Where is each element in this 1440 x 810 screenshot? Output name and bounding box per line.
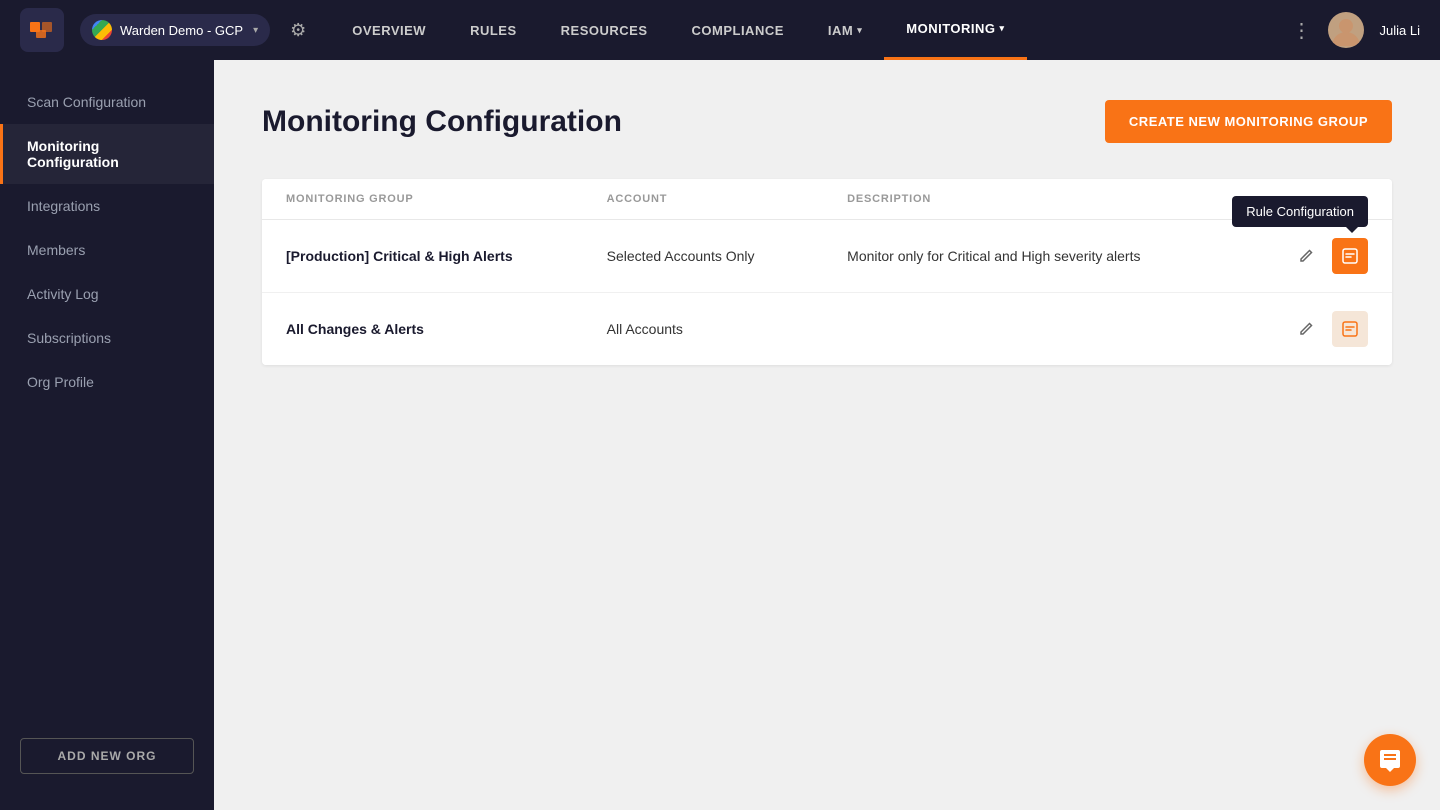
org-selector[interactable]: Warden Demo - GCP ▾ [80,14,270,46]
page-title: Monitoring Configuration [262,105,622,139]
nav-monitoring[interactable]: MONITORING ▾ [884,0,1026,60]
table-row: All Changes & Alerts All Accounts [262,293,1392,365]
monitoring-group-name-1: [Production] Critical & High Alerts [286,248,607,264]
edit-icon-2 [1298,321,1314,337]
rule-config-icon-1 [1341,247,1359,265]
monitoring-groups-table: MONITORING GROUP ACCOUNT DESCRIPTION [Pr… [262,179,1392,365]
col-header-monitoring-group: MONITORING GROUP [286,193,607,205]
gcp-icon [92,20,112,40]
edit-button-1[interactable] [1288,238,1324,274]
col-header-description: DESCRIPTION [847,193,1248,205]
account-2: All Accounts [607,321,848,337]
rule-config-icon-2 [1341,320,1359,338]
org-chevron-icon: ▾ [253,25,258,36]
monitoring-group-name-2: All Changes & Alerts [286,321,607,337]
col-header-account: ACCOUNT [607,193,848,205]
nav-compliance[interactable]: COMPLIANCE [670,0,806,60]
topnav-right: ⋮ Julia Li [1292,12,1420,48]
top-navigation: Warden Demo - GCP ▾ ⚙ OVERVIEW RULES RES… [0,0,1440,60]
sidebar-item-scan-configuration[interactable]: Scan Configuration [0,80,214,124]
chat-icon [1378,748,1402,772]
col-header-actions [1248,193,1368,205]
monitoring-chevron-icon: ▾ [1000,23,1005,34]
main-layout: Scan Configuration MonitoringConfigurati… [0,60,1440,810]
settings-icon[interactable]: ⚙ [290,20,306,41]
page-header: Monitoring Configuration CREATE NEW MONI… [262,100,1392,143]
nav-links: OVERVIEW RULES RESOURCES COMPLIANCE IAM … [330,0,1291,60]
app-logo[interactable] [20,8,64,52]
chat-support-button[interactable] [1364,734,1416,786]
sidebar-item-org-profile[interactable]: Org Profile [0,360,214,404]
nav-rules[interactable]: RULES [448,0,539,60]
table-row: [Production] Critical & High Alerts Sele… [262,220,1392,293]
username: Julia Li [1380,23,1420,38]
row-actions-1: Rule Configuration [1248,238,1368,274]
sidebar-item-activity-log[interactable]: Activity Log [0,272,214,316]
edit-button-2[interactable] [1288,311,1324,347]
nav-overview[interactable]: OVERVIEW [330,0,448,60]
org-name: Warden Demo - GCP [120,23,243,38]
account-1: Selected Accounts Only [607,248,848,264]
description-1: Monitor only for Critical and High sever… [847,248,1248,264]
sidebar-item-monitoring-configuration[interactable]: MonitoringConfiguration [0,124,214,184]
sidebar-item-members[interactable]: Members [0,228,214,272]
rule-config-button-1[interactable] [1332,238,1368,274]
sidebar-item-integrations[interactable]: Integrations [0,184,214,228]
edit-icon-1 [1298,248,1314,264]
avatar[interactable] [1328,12,1364,48]
iam-chevron-icon: ▾ [857,25,862,36]
sidebar: Scan Configuration MonitoringConfigurati… [0,60,214,810]
sidebar-item-subscriptions[interactable]: Subscriptions [0,316,214,360]
nav-resources[interactable]: RESOURCES [539,0,670,60]
rule-config-button-2[interactable] [1332,311,1368,347]
main-content: Monitoring Configuration CREATE NEW MONI… [214,60,1440,810]
more-options-icon[interactable]: ⋮ [1292,18,1312,43]
row-actions-2 [1248,311,1368,347]
add-new-org-button[interactable]: ADD NEW ORG [20,738,194,774]
nav-iam[interactable]: IAM ▾ [806,0,884,60]
create-monitoring-group-button[interactable]: CREATE NEW MONITORING GROUP [1105,100,1392,143]
table-header: MONITORING GROUP ACCOUNT DESCRIPTION [262,179,1392,220]
